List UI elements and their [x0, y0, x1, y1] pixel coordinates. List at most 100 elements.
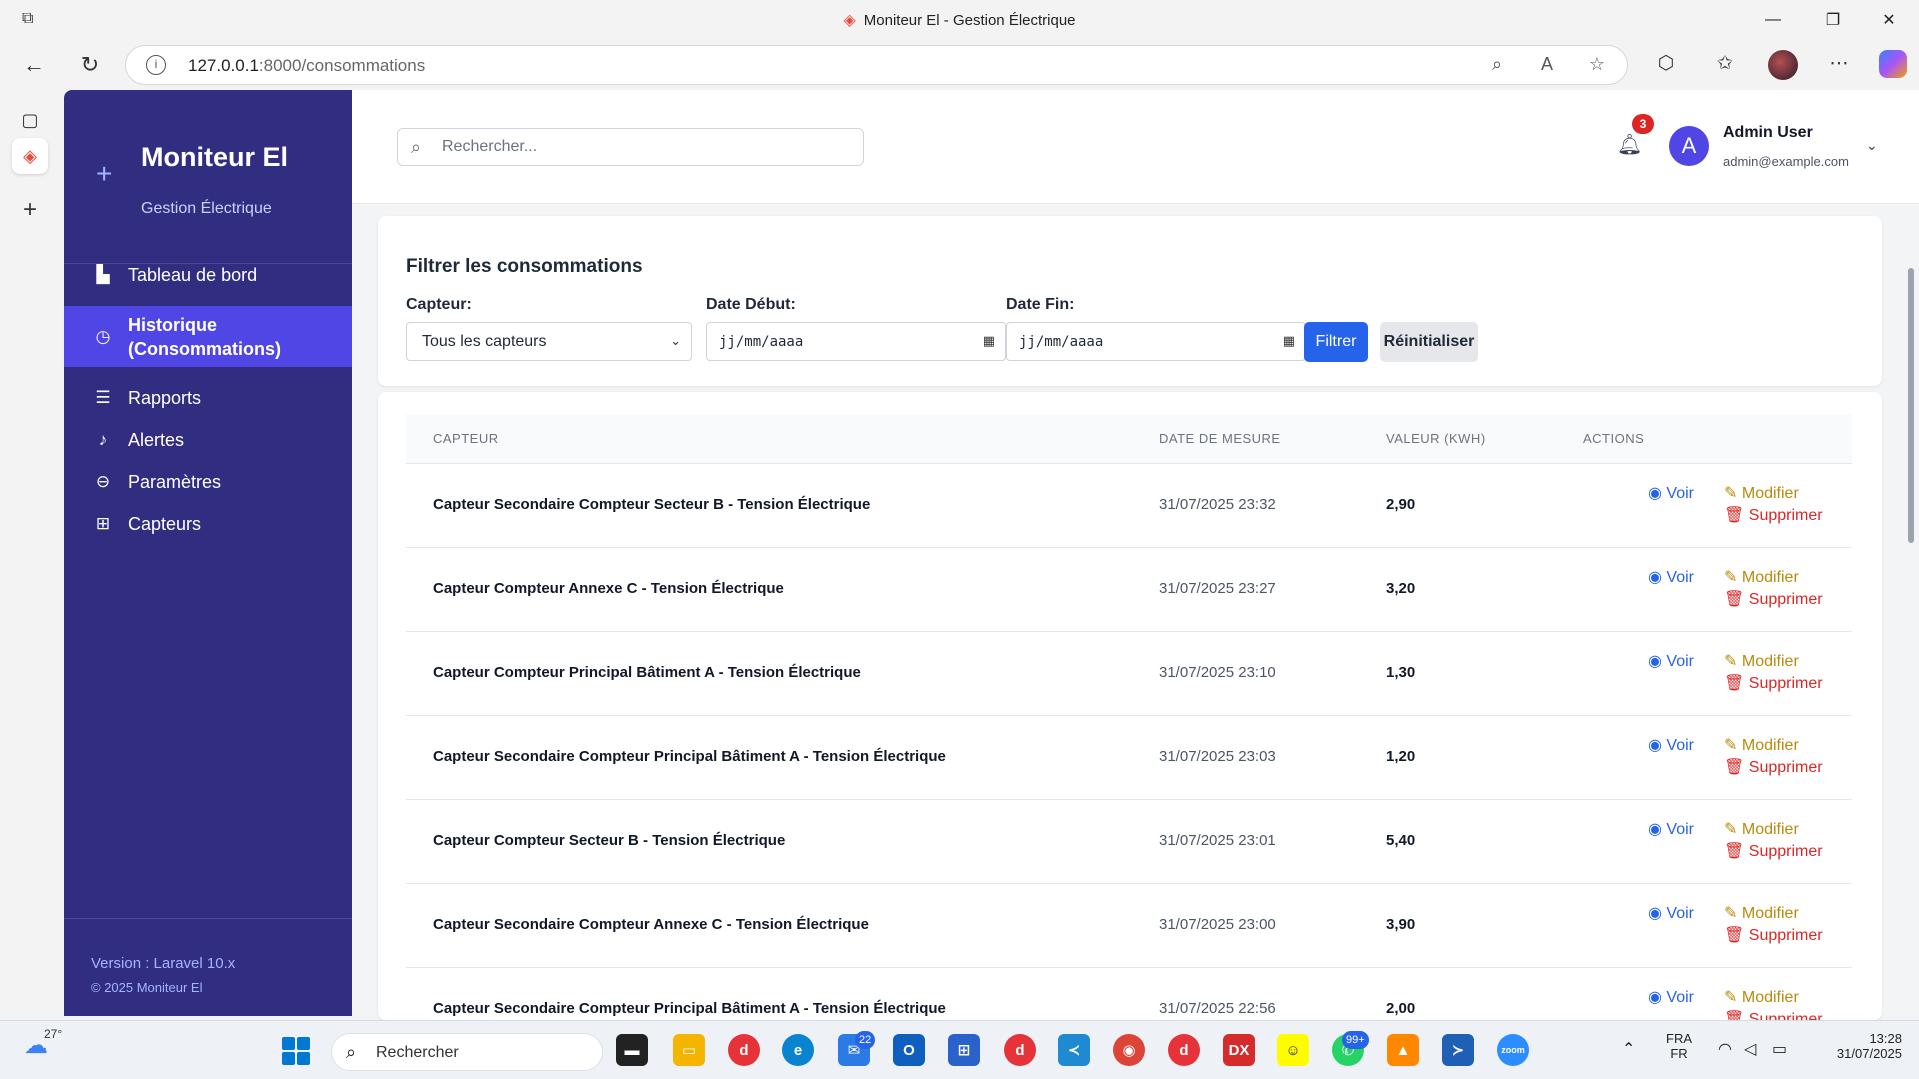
weather-widget[interactable]: ☁ 27° — [24, 1027, 62, 1060]
view-link[interactable]: ◉ Voir — [1648, 819, 1694, 839]
close-window-button[interactable]: ✕ — [1866, 6, 1912, 34]
sidebar-item-historique[interactable]: ◷ Historique (Consommations) — [64, 306, 352, 367]
outlook-icon[interactable]: O — [893, 1034, 925, 1066]
edit-link-label: Modifier — [1741, 485, 1799, 502]
date-debut-placeholder: jj/mm/aaaa — [719, 334, 804, 350]
eye-icon: ◉ — [1648, 905, 1667, 922]
temperature: 27° — [44, 1027, 63, 1041]
edit-link[interactable]: ✎ Modifier — [1724, 819, 1799, 839]
tray-chevron-icon[interactable]: ⌃ — [1622, 1039, 1635, 1059]
eye-icon: ◉ — [1648, 569, 1667, 586]
sidebar-item-dashboard[interactable]: ▙ Tableau de bord — [64, 250, 352, 300]
dx-icon[interactable]: DX — [1223, 1034, 1255, 1066]
sidebar-item-capteurs[interactable]: ⊞ Capteurs — [64, 499, 352, 549]
user-email: admin@example.com — [1723, 154, 1849, 169]
battery-icon[interactable]: ▭ — [1772, 1039, 1787, 1059]
laravel-icon: ◈ — [843, 12, 856, 29]
language-indicator[interactable]: FRA FR — [1666, 1031, 1692, 1061]
copilot-icon[interactable] — [1879, 50, 1907, 78]
edit-link[interactable]: ✎ Modifier — [1724, 987, 1799, 1007]
edit-link[interactable]: ✎ Modifier — [1724, 651, 1799, 671]
filter-card: Filtrer les consommations Capteur: Tous … — [378, 216, 1882, 386]
favorite-star-icon[interactable]: ☆ — [1584, 54, 1610, 78]
task-view-icon[interactable]: ▬ — [616, 1034, 648, 1066]
delete-link[interactable]: 🗑︎ Supprimer — [1724, 505, 1823, 525]
delete-link[interactable]: 🗑︎ Supprimer — [1724, 673, 1823, 693]
app-d3-icon[interactable]: d — [1168, 1034, 1200, 1066]
edge-icon[interactable]: e — [782, 1034, 814, 1066]
app-d-icon[interactable]: d — [728, 1034, 760, 1066]
delete-link[interactable]: 🗑︎ Supprimer — [1724, 589, 1823, 609]
chrome-icon[interactable]: ◉ — [1113, 1034, 1145, 1066]
chevron-down-icon[interactable]: ⌄ — [1866, 137, 1878, 154]
url-text: 127.0.0.1:8000/consommations — [188, 56, 425, 76]
more-options-icon[interactable]: ⋯ — [1825, 52, 1853, 80]
wifi-icon[interactable]: ◠ — [1718, 1039, 1732, 1059]
url-field[interactable]: i 127.0.0.1:8000/consommations ⌕ A ☆ — [125, 45, 1628, 85]
vlc-icon[interactable]: ▲ — [1387, 1034, 1419, 1066]
whatsapp-badge: 99+ — [1342, 1031, 1369, 1049]
site-info-icon[interactable]: i — [146, 55, 166, 75]
profile-avatar[interactable] — [1768, 50, 1798, 80]
edit-link[interactable]: ✎ Modifier — [1724, 567, 1799, 587]
reset-button[interactable]: Réinitialiser — [1380, 322, 1478, 362]
cell-date: 31/07/2025 23:10 — [1159, 664, 1276, 681]
eye-icon: ◉ — [1648, 821, 1667, 838]
capteur-select[interactable]: Tous les capteurs ⌄ — [406, 322, 692, 361]
user-name[interactable]: Admin User — [1723, 124, 1813, 142]
file-explorer-icon[interactable]: ▭ — [673, 1034, 705, 1066]
zoom-icon[interactable]: zoom — [1497, 1034, 1529, 1066]
view-link[interactable]: ◉ Voir — [1648, 987, 1694, 1007]
snapchat-icon[interactable]: ☺ — [1277, 1034, 1309, 1066]
maximize-button[interactable]: ❐ — [1810, 6, 1856, 34]
clock[interactable]: 13:28 31/07/2025 — [1816, 1031, 1902, 1061]
delete-link[interactable]: 🗑︎ Supprimer — [1724, 841, 1823, 861]
delete-link-label: Supprimer — [1748, 591, 1823, 608]
search-input[interactable] — [442, 135, 842, 159]
notification-bell-icon[interactable]: 🔔︎ — [1617, 132, 1642, 157]
calendar-icon[interactable]: ▦ — [1283, 333, 1295, 349]
vertical-tab-strip: ▢ ◈ + — [0, 90, 64, 1020]
date-debut-input[interactable]: jj/mm/aaaa ▦ — [706, 322, 1006, 361]
powershell-icon[interactable]: ≻ — [1442, 1034, 1474, 1066]
delete-link[interactable]: 🗑︎ Supprimer — [1724, 925, 1823, 945]
new-tab-icon[interactable]: + — [12, 192, 48, 228]
user-avatar[interactable]: A — [1669, 126, 1709, 166]
settings-icon: ⊖ — [95, 472, 111, 491]
edit-link-label: Modifier — [1741, 821, 1799, 838]
edit-icon: ✎ — [1724, 989, 1742, 1006]
vscode-icon[interactable]: ≺ — [1058, 1034, 1090, 1066]
edit-icon: ✎ — [1724, 737, 1742, 754]
minimize-button[interactable]: — — [1750, 6, 1796, 34]
view-link[interactable]: ◉ Voir — [1648, 651, 1694, 671]
extensions-icon[interactable]: ⬡ — [1652, 52, 1680, 80]
tab-actions-icon[interactable]: ▢ — [12, 102, 48, 138]
zoom-icon[interactable]: ⌕ — [1484, 54, 1510, 78]
cell-capteur: Capteur Secondaire Compteur Secteur B - … — [433, 496, 871, 513]
back-button[interactable]: ← — [18, 50, 50, 80]
view-link[interactable]: ◉ Voir — [1648, 903, 1694, 923]
view-link[interactable]: ◉ Voir — [1648, 567, 1694, 587]
app-d2-icon[interactable]: d — [1004, 1034, 1036, 1066]
favorites-icon[interactable]: ✩ — [1711, 52, 1739, 80]
volume-icon[interactable]: ◁ — [1744, 1039, 1756, 1059]
store-icon[interactable]: ⊞ — [948, 1034, 980, 1066]
edit-link[interactable]: ✎ Modifier — [1724, 903, 1799, 923]
filter-button[interactable]: Filtrer — [1304, 322, 1368, 362]
delete-link[interactable]: 🗑︎ Supprimer — [1724, 757, 1823, 777]
cell-valeur: 5,40 — [1386, 832, 1416, 849]
active-tab-laravel[interactable]: ◈ — [12, 138, 48, 174]
calendar-icon[interactable]: ▦ — [983, 333, 995, 349]
search-box[interactable]: ⌕ — [397, 128, 864, 166]
view-link[interactable]: ◉ Voir — [1648, 735, 1694, 755]
brand-subtitle: Gestion Électrique — [141, 200, 272, 217]
reload-button[interactable]: ↻ — [74, 50, 106, 80]
read-aloud-icon[interactable]: A — [1534, 54, 1560, 78]
page-scrollbar[interactable] — [1908, 268, 1914, 543]
view-link[interactable]: ◉ Voir — [1648, 483, 1694, 503]
date-fin-input[interactable]: jj/mm/aaaa ▦ — [1006, 322, 1306, 361]
taskbar-search[interactable]: ⌕ Rechercher — [331, 1033, 603, 1071]
edit-link[interactable]: ✎ Modifier — [1724, 735, 1799, 755]
start-button[interactable] — [282, 1037, 310, 1065]
edit-link[interactable]: ✎ Modifier — [1724, 483, 1799, 503]
